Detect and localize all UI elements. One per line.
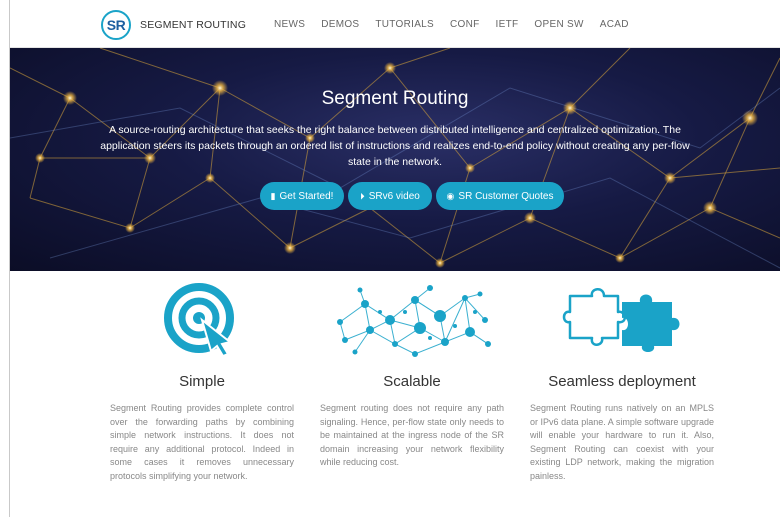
nav-conf[interactable]: CONF [450,19,480,30]
nav-tutorials[interactable]: TUTORIALS [375,19,434,30]
nav-ietf[interactable]: IETF [496,19,519,30]
hero-title: Segment Routing [321,88,469,109]
bookmark-icon: ▮ [270,190,276,201]
network-icon [337,285,491,357]
customer-quotes-label: SR Customer Quotes [458,190,554,202]
srv6-video-label: SRv6 video [368,190,420,202]
feature-seamless-text: Segment Routing runs natively on an MPLS… [530,403,714,481]
top-navbar: SR SEGMENT ROUTING NEWS DEMOS TUTORIALS … [10,0,780,48]
feature-scalable-icon-wrap [320,282,504,362]
nav-open-sw[interactable]: OPEN SW [534,19,583,30]
feature-scalable-text: Segment routing does not require any pat… [320,403,504,467]
sr-logo: SR [101,10,131,40]
play-circle-icon: ⏵ [360,190,365,201]
srv6-video-button[interactable]: ⏵ SRv6 video [348,182,432,210]
logo-text: SR [106,17,126,33]
target-icon [164,283,234,358]
feature-seamless-title: Seamless deployment [548,373,696,390]
brand-link[interactable]: SR SEGMENT ROUTING [101,10,246,40]
hero-subtitle: A source-routing architecture that seeks… [100,124,690,168]
hero-button-group: ▮ Get Started! ⏵ SRv6 video ◉ SR Custome… [260,182,568,210]
feature-scalable: Scalable Segment routing does not requir… [320,282,504,470]
feature-simple: Simple Segment Routing provides complete… [110,282,294,483]
feature-simple-icon-wrap [110,282,294,362]
eye-icon: ◉ [446,190,455,201]
nav-acad[interactable]: ACAD [600,19,629,30]
nav-news[interactable]: NEWS [274,19,305,30]
feature-simple-text: Segment Routing provides complete contro… [110,403,294,481]
nav-menu: NEWS DEMOS TUTORIALS CONF IETF OPEN SW A… [274,19,645,30]
feature-seamless: Seamless deployment Segment Routing runs… [530,282,714,483]
get-started-label: Get Started! [279,190,334,202]
feature-simple-title: Simple [179,373,225,390]
feature-scalable-title: Scalable [383,373,441,390]
brand-name: SEGMENT ROUTING [140,19,247,31]
nav-demos[interactable]: DEMOS [321,19,359,30]
get-started-button[interactable]: ▮ Get Started! [260,182,344,210]
hero-banner: Segment Routing A source-routing archite… [10,48,780,271]
feature-seamless-icon-wrap [530,282,714,362]
puzzle-icon [562,288,680,352]
customer-quotes-button[interactable]: ◉ SR Customer Quotes [436,182,564,210]
